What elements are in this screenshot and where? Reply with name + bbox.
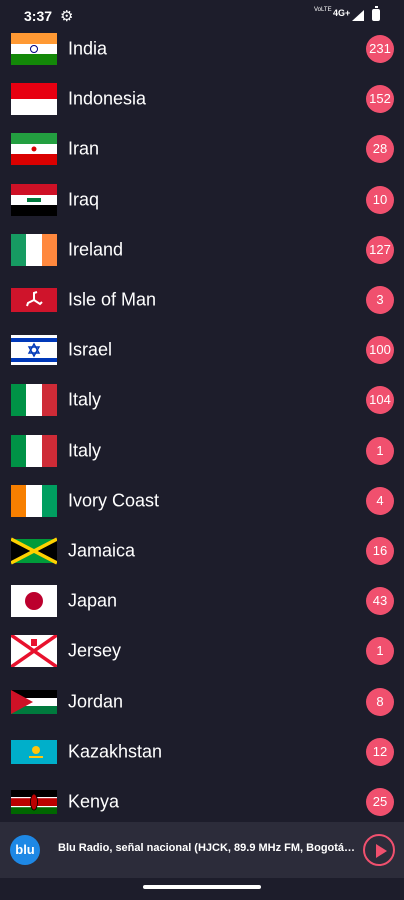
country-name: Kenya [68, 791, 120, 812]
list-item[interactable]: Iraq 10 [0, 175, 404, 225]
station-count-badge: 10 [366, 185, 394, 214]
list-item[interactable]: Ivory Coast 4 [0, 476, 404, 526]
country-name: India [68, 38, 108, 59]
station-count-badge: 1 [366, 637, 394, 666]
volte-indicator: VoLTE [314, 7, 332, 13]
station-count-badge: 16 [366, 536, 394, 565]
israel-flag-icon [11, 334, 57, 366]
country-name: Indonesia [68, 88, 147, 109]
station-count-badge: 127 [366, 235, 394, 264]
country-name: Italy [68, 440, 102, 461]
list-item[interactable]: Kenya 25 [0, 777, 404, 827]
station-logo: blu [10, 835, 40, 865]
isle-of-man-flag-icon [11, 284, 57, 316]
country-name: Israel [68, 339, 113, 360]
kenya-flag-icon [11, 786, 57, 818]
gear-icon: ⚙ [60, 8, 74, 25]
list-item[interactable]: Italy 1 [0, 426, 404, 476]
country-name: Kazakhstan [68, 741, 163, 762]
list-item[interactable]: Jersey 1 [0, 626, 404, 676]
home-indicator[interactable] [143, 885, 261, 889]
country-name: Jersey [68, 640, 122, 661]
country-name: Ivory Coast [68, 490, 160, 511]
list-item[interactable]: Kazakhstan 12 [0, 727, 404, 777]
kazakhstan-flag-icon [11, 736, 57, 768]
station-count-badge: 25 [366, 787, 394, 816]
mini-player[interactable]: blu Blu Radio, señal nacional (HJCK, 89.… [0, 822, 404, 878]
iran-flag-icon [11, 133, 57, 166]
jamaica-flag-icon [11, 535, 57, 567]
jersey-flag-icon [11, 635, 57, 668]
country-name: Iran [68, 138, 100, 159]
country-name: Italy [68, 389, 102, 410]
list-item[interactable]: Israel 100 [0, 325, 404, 375]
japan-flag-icon [11, 585, 57, 618]
country-name: Iraq [68, 189, 100, 210]
ivory-coast-flag-icon [11, 484, 57, 517]
list-item[interactable]: Ireland 127 [0, 225, 404, 275]
list-item[interactable]: Indonesia 152 [0, 74, 404, 124]
country-name: Jamaica [68, 540, 136, 561]
station-count-badge: 1 [366, 436, 394, 465]
list-item[interactable]: Isle of Man 3 [0, 275, 404, 325]
country-name: Japan [68, 590, 118, 611]
jordan-flag-icon [11, 686, 57, 718]
station-count-badge: 28 [366, 135, 394, 164]
play-icon [376, 844, 387, 858]
station-title: Blu Radio, señal nacional (HJCK, 89.9 MH… [58, 842, 356, 854]
station-count-badge: 12 [366, 737, 394, 766]
navigation-area [0, 878, 404, 900]
country-list: India 231 Indonesia 152 Iran 28 Iraq 10 … [0, 24, 404, 827]
country-name: Jordan [68, 691, 124, 712]
station-count-badge: 3 [366, 286, 394, 315]
country-name: Isle of Man [68, 289, 157, 310]
ireland-flag-icon [11, 233, 57, 266]
battery-icon [372, 6, 380, 21]
station-count-badge: 4 [366, 486, 394, 515]
station-count-badge: 100 [366, 336, 394, 365]
list-item[interactable]: Jamaica 16 [0, 526, 404, 576]
list-item[interactable]: Japan 43 [0, 576, 404, 626]
list-item[interactable]: Jordan 8 [0, 676, 404, 726]
status-time: 3:37 [24, 8, 53, 24]
indonesia-flag-icon [11, 83, 57, 116]
list-item[interactable]: Iran 28 [0, 124, 404, 174]
play-button[interactable] [363, 834, 395, 866]
iraq-flag-icon [11, 183, 57, 216]
india-flag-icon [11, 33, 57, 66]
status-bar: 3:37 ⚙ VoLTE 4G+ [0, 0, 404, 32]
network-type: 4G+ [333, 8, 351, 18]
list-item[interactable]: Italy 104 [0, 375, 404, 425]
italy-flag-icon [11, 434, 57, 467]
signal-icon [352, 10, 364, 21]
italy-flag-icon [11, 384, 57, 417]
station-count-badge: 104 [366, 386, 394, 415]
station-count-badge: 152 [366, 85, 394, 114]
country-name: Ireland [68, 239, 124, 260]
station-count-badge: 8 [366, 687, 394, 716]
station-count-badge: 231 [366, 35, 394, 64]
station-count-badge: 43 [366, 587, 394, 616]
